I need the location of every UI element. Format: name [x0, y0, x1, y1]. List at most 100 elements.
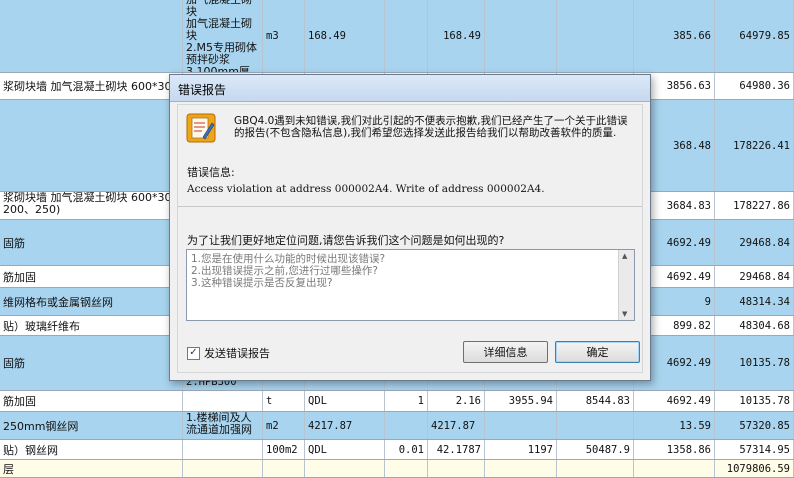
table-cell[interactable]: 57314.95	[715, 440, 794, 459]
table-cell[interactable]	[0, 100, 183, 191]
table-cell[interactable]: 浆砌块墙 加气混凝土砌块 600*300	[0, 73, 183, 99]
ok-button[interactable]: 确定	[555, 341, 640, 363]
table-cell[interactable]: 168.49	[305, 0, 385, 72]
table-cell[interactable]: 48304.68	[715, 316, 794, 335]
table-cell[interactable]: 13.59	[634, 412, 715, 439]
table-cell[interactable]: m3	[263, 0, 305, 72]
cell-text: 1.楼梯间及人流通道加强网	[186, 412, 252, 436]
cell-text: 加气混凝土砌块	[186, 0, 252, 18]
cell-text: 200、250)	[3, 203, 61, 216]
textarea-placeholder: 1.您是在使用什么功能的时候出现该错误? 2.出现错误提示之前,您进行过哪些操作…	[191, 253, 616, 289]
table-cell[interactable]	[385, 460, 428, 477]
table-cell[interactable]: 168.49	[428, 0, 485, 72]
table-row[interactable]: 层 1079806.59	[0, 460, 794, 478]
cell-text: 加气混凝土砌块	[186, 17, 252, 42]
table-cell[interactable]: 0.01	[385, 440, 428, 459]
table-cell[interactable]: 固筋	[0, 220, 183, 265]
table-cell[interactable]: QDL	[305, 440, 385, 459]
table-cell[interactable]: 4217.87	[428, 412, 485, 439]
table-cell[interactable]: 10135.78	[715, 391, 794, 411]
table-cell[interactable]: 1197	[485, 440, 557, 459]
table-cell[interactable]	[485, 460, 557, 477]
table-cell[interactable]: 贴）玻璃纤维布	[0, 316, 183, 335]
textarea-scrollbar[interactable]: ▲ ▼	[618, 250, 634, 320]
error-info-label: 错误信息:	[187, 166, 235, 179]
table-row[interactable]: 贴）钢丝网 100m2 QDL 0.01 42.1787 1197 50487.9 1358.…	[0, 440, 794, 460]
table-cell[interactable]: 48314.34	[715, 288, 794, 315]
question-label: 为了让我们更好地定位问题,请您告诉我们这个问题是如何出现的?	[187, 234, 505, 247]
table-cell[interactable]: 250mm钢丝网	[0, 412, 183, 439]
checkbox-icon[interactable]: ✓	[187, 346, 200, 360]
table-cell[interactable]	[557, 412, 634, 439]
table-cell[interactable]	[385, 0, 428, 72]
table-row[interactable]: 加气混凝土砌块加气混凝土砌块2.M5专用砌体预拌砂浆3.100mm厚内墙m316…	[0, 0, 794, 73]
dialog-title: 错误报告	[178, 83, 227, 97]
send-report-label: 发送错误报告	[204, 347, 270, 360]
table-cell[interactable]	[485, 412, 557, 439]
error-info-text: Access violation at address 000002A4. Wr…	[187, 183, 545, 195]
table-row[interactable]: 筋加固 t QDL 1 2.16 3955.94 8544.83 4692.49 10135.7…	[0, 391, 794, 412]
table-cell[interactable]: 1358.86	[634, 440, 715, 459]
table-cell[interactable]: 100m2	[263, 440, 305, 459]
cell-text: 3.100mm厚内墙	[186, 65, 250, 73]
placeholder-line: 3.这种错误提示是否反复出现?	[191, 277, 333, 289]
cell-text: 2.M5专用砌体预拌砂浆	[186, 41, 257, 66]
table-cell[interactable]: 浆砌块墙 加气混凝土砌块 600*300 200、250)	[0, 192, 183, 219]
table-cell[interactable]	[183, 440, 263, 459]
table-cell[interactable]: 64979.85	[715, 0, 794, 72]
table-cell[interactable]: 8544.83	[557, 391, 634, 411]
error-report-dialog: 错误报告 GBQ4.0遇到未知错误,我们对此引起的不便表示抱歉,我们已经产生了一…	[169, 74, 651, 381]
table-cell[interactable]: 57320.85	[715, 412, 794, 439]
dialog-titlebar[interactable]: 错误报告	[170, 75, 650, 102]
table-cell[interactable]: 筋加固	[0, 391, 183, 411]
table-cell[interactable]: 1	[385, 391, 428, 411]
table-cell[interactable]	[0, 0, 183, 72]
error-report-icon	[186, 113, 216, 143]
table-cell[interactable]: 2.16	[428, 391, 485, 411]
table-cell[interactable]: 3955.94	[485, 391, 557, 411]
table-cell[interactable]: 加气混凝土砌块加气混凝土砌块2.M5专用砌体预拌砂浆3.100mm厚内墙	[183, 0, 263, 72]
detail-button[interactable]: 详细信息	[463, 341, 548, 363]
error-message: GBQ4.0遇到未知错误,我们对此引起的不便表示抱歉,我们已经产生了一个关于此错…	[234, 115, 628, 139]
placeholder-line: 1.您是在使用什么功能的时候出现该错误?	[191, 253, 386, 265]
table-cell[interactable]: 层	[0, 460, 183, 477]
table-cell[interactable]: 29468.84	[715, 266, 794, 287]
table-cell[interactable]: 29468.84	[715, 220, 794, 265]
table-cell[interactable]: 64980.36	[715, 73, 794, 99]
table-cell[interactable]: 178226.41	[715, 100, 794, 191]
table-cell[interactable]: 10135.78	[715, 336, 794, 390]
table-cell[interactable]: 贴）钢丝网	[0, 440, 183, 459]
table-cell[interactable]	[385, 412, 428, 439]
table-row[interactable]: 250mm钢丝网 1.楼梯间及人流通道加强网 m2 4217.87 4217.87 13.…	[0, 412, 794, 440]
table-cell[interactable]: 4217.87	[305, 412, 385, 439]
table-cell[interactable]: 4692.49	[634, 391, 715, 411]
table-cell[interactable]: 1.楼梯间及人流通道加强网	[183, 412, 263, 439]
table-cell[interactable]	[485, 0, 557, 72]
table-cell[interactable]: 50487.9	[557, 440, 634, 459]
dialog-body: GBQ4.0遇到未知错误,我们对此引起的不便表示抱歉,我们已经产生了一个关于此错…	[177, 104, 643, 373]
table-cell[interactable]: t	[263, 391, 305, 411]
table-cell[interactable]	[428, 460, 485, 477]
table-cell[interactable]	[634, 460, 715, 477]
table-cell[interactable]: 1079806.59	[715, 460, 794, 477]
placeholder-line: 2.出现错误提示之前,您进行过哪些操作?	[191, 265, 378, 277]
table-cell[interactable]	[557, 460, 634, 477]
table-cell[interactable]: 固筋	[0, 336, 183, 390]
scroll-down-icon[interactable]: ▼	[622, 310, 627, 318]
table-cell[interactable]: m2	[263, 412, 305, 439]
table-cell[interactable]: 42.1787	[428, 440, 485, 459]
description-textarea[interactable]: 1.您是在使用什么功能的时候出现该错误? 2.出现错误提示之前,您进行过哪些操作…	[186, 249, 635, 321]
table-cell[interactable]	[305, 460, 385, 477]
table-cell[interactable]	[557, 0, 634, 72]
table-cell[interactable]: 178227.86	[715, 192, 794, 219]
separator	[178, 206, 642, 207]
table-cell[interactable]: 筋加固	[0, 266, 183, 287]
table-cell[interactable]	[263, 460, 305, 477]
table-cell[interactable]: 385.66	[634, 0, 715, 72]
scroll-up-icon[interactable]: ▲	[622, 252, 627, 260]
table-cell[interactable]: QDL	[305, 391, 385, 411]
table-cell[interactable]	[183, 460, 263, 477]
table-cell[interactable]	[183, 391, 263, 411]
table-cell[interactable]: 维网格布或金属钢丝网	[0, 288, 183, 315]
send-report-checkbox[interactable]: ✓ 发送错误报告	[187, 345, 270, 361]
